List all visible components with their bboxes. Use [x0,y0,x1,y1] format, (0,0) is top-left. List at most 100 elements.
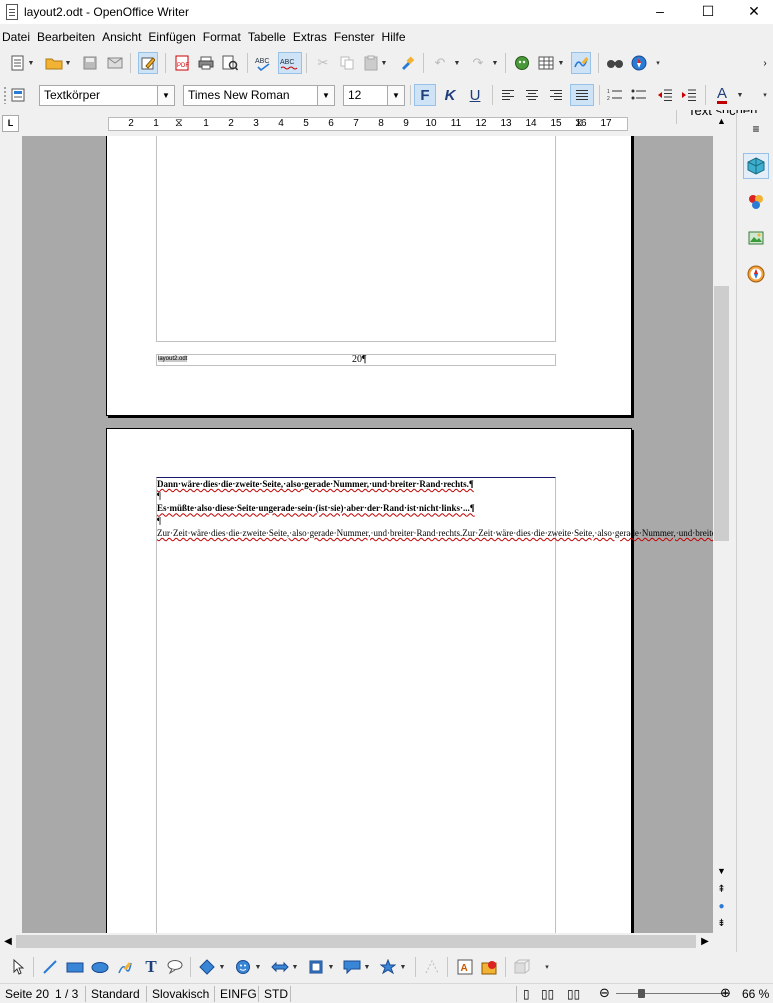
symbol-shapes-icon[interactable] [233,956,253,978]
menu-hilfe[interactable]: Hilfe [380,30,411,44]
menu-einfuegen[interactable]: Einfügen [146,30,200,44]
basic-shapes-icon[interactable] [197,956,217,978]
status-language[interactable]: Slovakisch [152,987,209,1001]
font-color-dropdown-icon[interactable]: ▼ [735,84,745,106]
close-button[interactable]: ✕ [731,0,773,24]
menu-tabelle[interactable]: Tabelle [246,30,291,44]
align-left-icon[interactable] [498,84,518,106]
clone-formatting-icon[interactable] [397,52,417,74]
font-size-select[interactable]: 12 ▼ [343,85,405,106]
text-tool-icon[interactable]: T [141,956,161,978]
book-view-icon[interactable]: ▯▯ [567,987,580,1001]
scroll-right-icon[interactable]: ▶ [697,933,713,950]
line-tool-icon[interactable] [40,956,60,978]
zoom-slider-thumb[interactable] [638,989,645,998]
font-name-select[interactable]: Times New Roman ▼ [183,85,335,106]
insert-image-icon[interactable] [480,956,500,978]
zoom-slider[interactable] [616,993,730,994]
justify-icon[interactable] [570,84,594,106]
zoom-in-icon[interactable]: ⊕ [720,985,731,1001]
navigator-sidebar-icon[interactable] [743,261,769,287]
block-arrows-icon[interactable] [270,956,290,978]
copy-icon[interactable] [337,52,357,74]
italic-button[interactable]: K [439,84,461,106]
scroll-down-icon[interactable]: ▼ [713,863,730,880]
indent-marker-icon[interactable]: ⧖ [175,117,183,130]
status-zoom[interactable]: 66 % [742,987,769,1001]
menu-ansicht[interactable]: Ansicht [100,30,146,44]
paste-icon[interactable] [361,52,381,74]
basic-shapes-dropdown-icon[interactable]: ▼ [217,956,227,978]
increase-indent-icon[interactable] [679,84,699,106]
scroll-left-icon[interactable]: ◀ [0,933,16,950]
open-folder-icon[interactable] [44,52,64,74]
maximize-button[interactable]: ☐ [685,0,731,24]
freeform-tool-icon[interactable] [115,956,135,978]
page-preview-icon[interactable] [220,52,240,74]
previous-page-icon[interactable]: ⇞ [713,882,730,897]
fontwork-icon[interactable]: A [455,956,475,978]
callout-tool-icon[interactable] [165,956,185,978]
ellipse-tool-icon[interactable] [90,956,110,978]
minimize-button[interactable]: – [637,0,683,24]
align-center-icon[interactable] [522,84,542,106]
vertical-scrollbar[interactable]: ▲ ▼ ⇞ ● ⇟ [713,113,730,933]
undo-icon[interactable]: ↶ [430,52,450,74]
auto-spellcheck-icon[interactable]: ABC [278,52,302,74]
page-current[interactable]: Dann·wäre·dies·die·zweite·Seite,·also·ge… [106,428,713,933]
new-dropdown-icon[interactable]: ▼ [26,52,36,74]
font-color-icon[interactable]: A [712,84,732,106]
points-icon[interactable] [422,956,442,978]
find-replace-icon[interactable] [605,52,625,74]
export-pdf-icon[interactable]: PDF [172,52,192,74]
navigation-icon[interactable]: ● [713,899,730,914]
document-body[interactable]: Dann·wäre·dies·die·zweite·Seite,·also·ge… [157,478,713,539]
single-page-view-icon[interactable]: ▯ [523,987,530,1001]
toolbar-grip-icon[interactable] [3,86,7,104]
select-pointer-icon[interactable] [8,956,28,978]
stars-dropdown-icon[interactable]: ▼ [398,956,408,978]
next-page-icon[interactable]: ⇟ [713,916,730,931]
decrease-indent-icon[interactable] [655,84,675,106]
status-page[interactable]: Seite 20 [5,987,49,1001]
formatting-toolbar-overflow-icon[interactable]: ▾ [758,84,772,106]
save-icon[interactable] [80,52,100,74]
status-insert-mode[interactable]: EINFG [220,987,257,1001]
status-selection-mode[interactable]: STD [264,987,288,1001]
empty-paragraph-1[interactable]: ¶ [157,490,556,502]
menu-fenster[interactable]: Fenster [332,30,380,44]
menu-datei[interactable]: Datei [0,30,35,44]
zoom-out-icon[interactable]: ⊖ [599,985,610,1001]
numbering-icon[interactable]: 12 [605,84,625,106]
horizontal-scroll-thumb[interactable] [16,935,696,948]
gallery-sidebar-icon[interactable] [743,225,769,251]
empty-paragraph-2[interactable]: ¶ [157,515,556,527]
chevron-down-icon[interactable]: ▼ [317,86,334,105]
sidebar-menu-icon[interactable]: ≡ [743,116,769,142]
vertical-scroll-thumb[interactable] [714,286,729,541]
horizontal-ruler[interactable]: 2 1 ⧖ 1 2 3 4 5 6 7 8 9 10 11 12 13 14 1… [108,117,628,131]
gallery-icon[interactable] [512,52,532,74]
spellcheck-icon[interactable]: ABC [254,52,274,74]
flowchart-icon[interactable] [306,956,326,978]
print-icon[interactable] [196,52,216,74]
symbol-shapes-dropdown-icon[interactable]: ▼ [253,956,263,978]
stars-icon[interactable] [378,956,398,978]
bullets-icon[interactable] [629,84,649,106]
navigator-icon[interactable] [629,52,649,74]
page-footer[interactable]: layout2.odt 20¶ [156,354,556,366]
standard-toolbar-overflow-icon[interactable]: ▾ [653,52,663,74]
underline-button[interactable]: U [464,84,486,106]
open-dropdown-icon[interactable]: ▼ [63,52,73,74]
undo-dropdown-icon[interactable]: ▼ [452,52,462,74]
paste-dropdown-icon[interactable]: ▼ [379,52,389,74]
bold-button[interactable]: F [414,84,436,106]
rectangle-tool-icon[interactable] [65,956,85,978]
table-icon[interactable] [536,52,556,74]
page-previous[interactable]: layout2.odt 20¶ [106,136,632,416]
email-icon[interactable] [105,52,125,74]
table-dropdown-icon[interactable]: ▼ [556,52,566,74]
styles-formatting-icon[interactable] [8,84,28,106]
chevron-down-icon[interactable]: ▼ [157,86,174,105]
paragraph-1[interactable]: Dann·wäre·dies·die·zweite·Seite,·also·ge… [157,478,556,490]
